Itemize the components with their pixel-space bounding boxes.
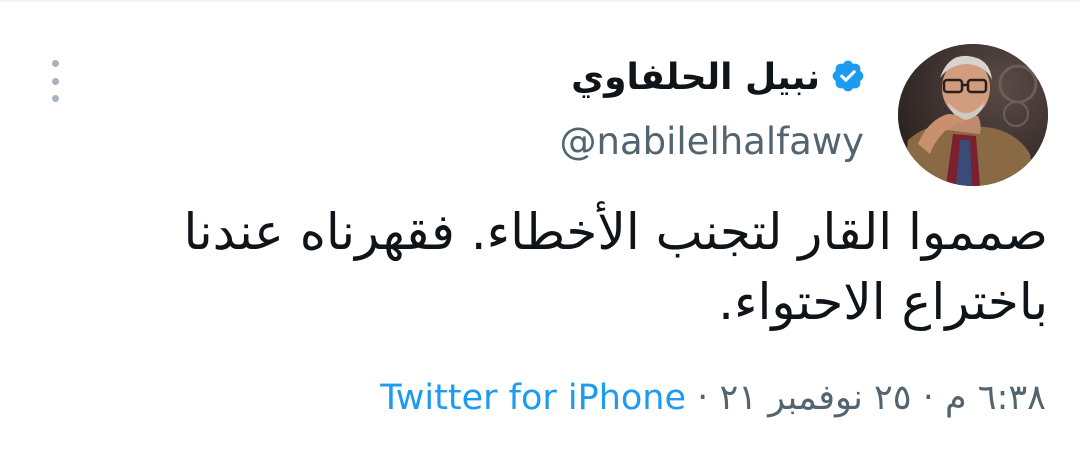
- author-avatar[interactable]: [898, 44, 1048, 186]
- tweet-source-link[interactable]: Twitter for iPhone: [380, 378, 686, 418]
- more-vertical-icon[interactable]: [38, 60, 72, 102]
- more-dot: [51, 60, 59, 67]
- tweet-time[interactable]: ٦:٣٨ م: [945, 378, 1046, 418]
- more-dot: [51, 95, 59, 102]
- tweet-text: صمموا القار لتجنب الأخطاء. فقهرناه عندنا…: [48, 197, 1048, 337]
- author-handle[interactable]: @nabilelhalfawy: [560, 118, 864, 166]
- tweet-text-line: باختراع الاحتواء.: [718, 273, 1048, 331]
- verified-badge-icon: [830, 58, 866, 98]
- tweet-meta: ٦:٣٨ م · ٢٥ نوفمبر ٢١ · Twitter for iPho…: [380, 374, 1046, 422]
- top-divider: [0, 0, 1080, 2]
- more-dot: [51, 77, 59, 85]
- meta-separator: ·: [697, 378, 709, 418]
- meta-separator: ·: [922, 378, 934, 418]
- tweet-date[interactable]: ٢٥ نوفمبر ٢١: [719, 378, 911, 418]
- author-name-row[interactable]: نبيل الحلفاوي: [571, 56, 866, 100]
- avatar-image: [898, 44, 1048, 186]
- tweet-text-line: صمموا القار لتجنب الأخطاء. فقهرناه عندنا: [183, 203, 1048, 261]
- author-display-name[interactable]: نبيل الحلفاوي: [571, 56, 820, 100]
